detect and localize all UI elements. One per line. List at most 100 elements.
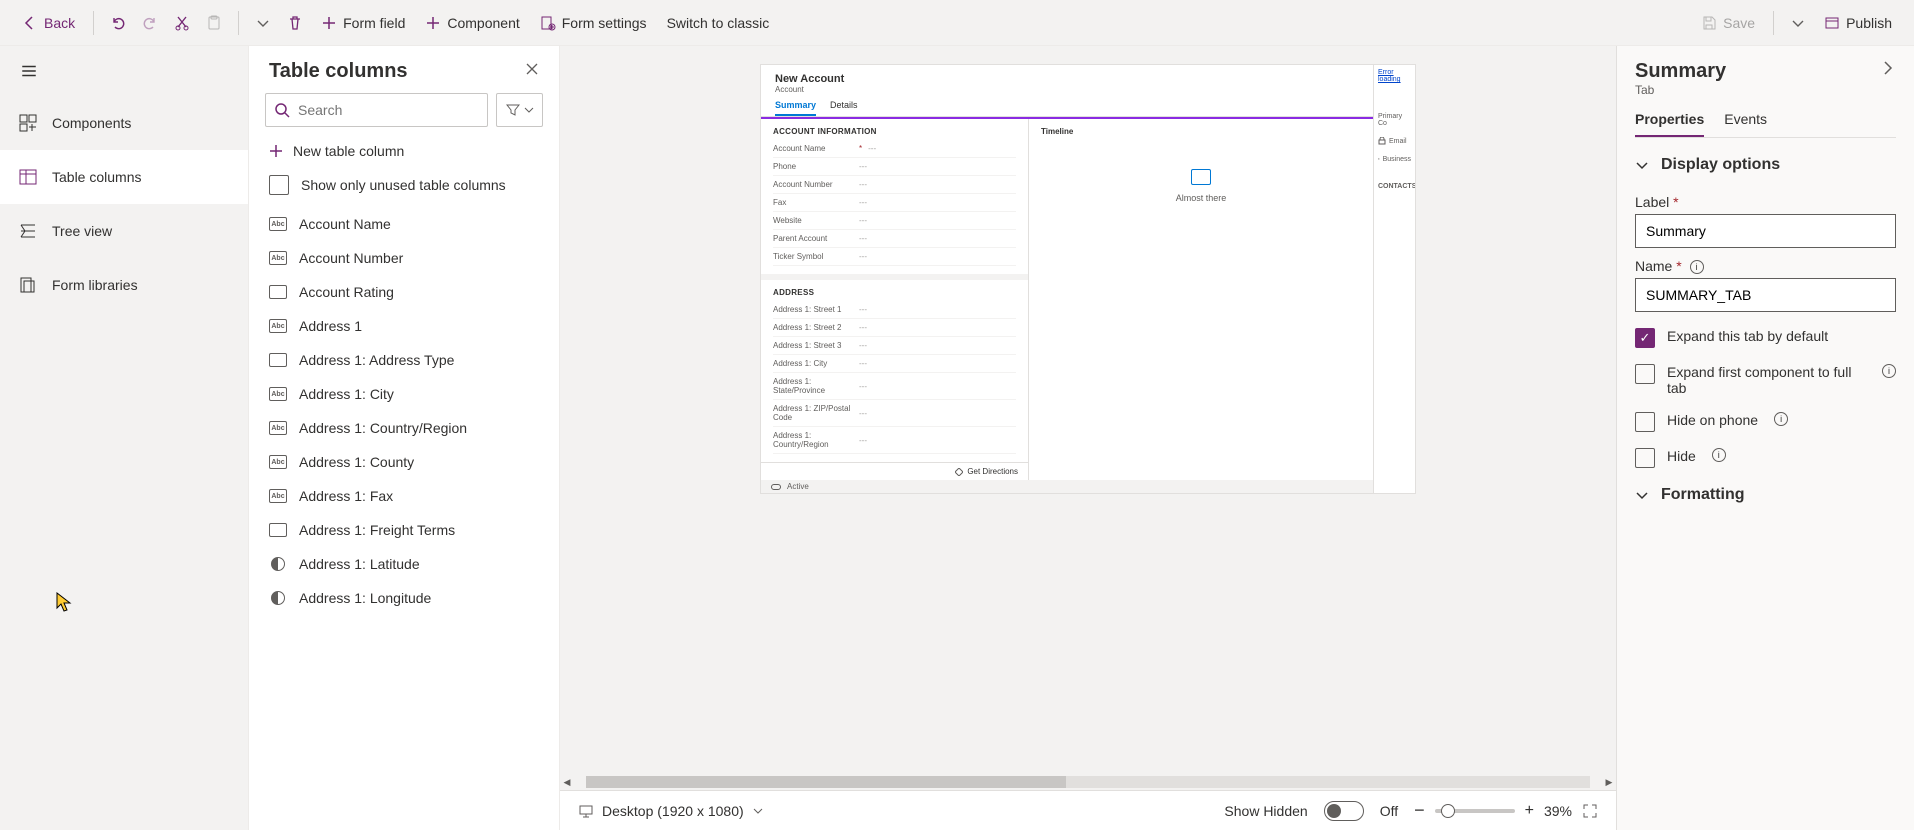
column-item[interactable]: Address 1: Latitude bbox=[249, 547, 559, 581]
form-settings-button[interactable]: Form settings bbox=[530, 5, 657, 41]
form-field[interactable]: Website--- bbox=[773, 212, 1016, 230]
form-field[interactable]: Fax--- bbox=[773, 194, 1016, 212]
hamburger-button[interactable] bbox=[0, 46, 248, 96]
expand-default-checkbox-row[interactable]: Expand this tab by default bbox=[1635, 328, 1896, 348]
hide-phone-checkbox[interactable] bbox=[1635, 412, 1655, 432]
search-input[interactable] bbox=[298, 102, 479, 118]
rail-form-libraries[interactable]: Form libraries bbox=[0, 258, 248, 312]
expand-first-checkbox-row[interactable]: Expand first component to full tab i bbox=[1635, 364, 1896, 396]
zoom-in-button[interactable]: + bbox=[1525, 802, 1534, 820]
column-item[interactable]: Address 1: Address Type bbox=[249, 343, 559, 377]
form-tab-summary[interactable]: Summary bbox=[775, 100, 816, 116]
form-tab-details[interactable]: Details bbox=[830, 100, 858, 116]
label-input[interactable] bbox=[1635, 214, 1896, 248]
cut-icon bbox=[174, 15, 190, 31]
column-item[interactable]: AbcAccount Number bbox=[249, 241, 559, 275]
form-field[interactable]: Parent Account--- bbox=[773, 230, 1016, 248]
switch-classic-label: Switch to classic bbox=[667, 15, 770, 31]
show-unused-checkbox-row[interactable]: Show only unused table columns bbox=[249, 165, 559, 207]
cut-button[interactable] bbox=[166, 5, 198, 41]
props-tab-properties[interactable]: Properties bbox=[1635, 111, 1704, 137]
info-icon[interactable]: i bbox=[1690, 260, 1704, 274]
error-loading-link[interactable]: Error loading bbox=[1378, 69, 1411, 83]
back-button[interactable]: Back bbox=[12, 5, 85, 41]
chevron-right-icon[interactable] bbox=[1880, 60, 1896, 76]
zoom-slider[interactable] bbox=[1435, 809, 1515, 813]
zoom-value: 39% bbox=[1544, 803, 1572, 819]
show-unused-checkbox[interactable] bbox=[269, 175, 289, 195]
switch-classic-button[interactable]: Switch to classic bbox=[657, 5, 780, 41]
panel-close-button[interactable] bbox=[525, 62, 539, 81]
publish-button[interactable]: Publish bbox=[1814, 5, 1902, 41]
hide-checkbox-row[interactable]: Hide i bbox=[1635, 448, 1896, 468]
rail-table-columns[interactable]: Table columns bbox=[0, 150, 248, 204]
undo-button[interactable] bbox=[102, 5, 134, 41]
column-item[interactable]: AbcAddress 1: Fax bbox=[249, 479, 559, 513]
column-list[interactable]: AbcAccount NameAbcAccount NumberAccount … bbox=[249, 207, 559, 830]
save-button[interactable]: Save bbox=[1691, 5, 1765, 41]
expand-default-checkbox[interactable] bbox=[1635, 328, 1655, 348]
form-field[interactable]: Address 1: City--- bbox=[773, 355, 1016, 373]
form-field[interactable]: Ticker Symbol--- bbox=[773, 248, 1016, 266]
form-preview[interactable]: New Account Account Summary Details ACCO… bbox=[760, 64, 1416, 494]
column-item[interactable]: AbcAddress 1 bbox=[249, 309, 559, 343]
form-settings-label: Form settings bbox=[562, 15, 647, 31]
add-component-button[interactable]: Component bbox=[415, 5, 529, 41]
lock-icon bbox=[1378, 137, 1386, 145]
field-label: Address 1: Country/Region bbox=[773, 431, 853, 449]
device-selector[interactable]: Desktop (1920 x 1080) bbox=[578, 803, 764, 819]
canvas-horizontal-scrollbar[interactable]: ◀ ▶ bbox=[560, 774, 1616, 790]
form-field[interactable]: Account Number--- bbox=[773, 176, 1016, 194]
form-field[interactable]: Address 1: ZIP/Postal Code--- bbox=[773, 400, 1016, 427]
column-item[interactable]: AbcAddress 1: Country/Region bbox=[249, 411, 559, 445]
close-icon bbox=[525, 62, 539, 76]
fit-screen-icon[interactable] bbox=[1582, 803, 1598, 819]
hide-checkbox[interactable] bbox=[1635, 448, 1655, 468]
field-value: --- bbox=[859, 162, 867, 171]
zoom-out-button[interactable]: − bbox=[1414, 800, 1425, 821]
formatting-header[interactable]: Formatting bbox=[1635, 486, 1896, 504]
filter-button[interactable] bbox=[496, 93, 543, 127]
column-item[interactable]: Address 1: Longitude bbox=[249, 581, 559, 615]
text-type-icon: Abc bbox=[269, 251, 287, 265]
name-input[interactable] bbox=[1635, 278, 1896, 312]
new-table-column-button[interactable]: New table column bbox=[249, 137, 559, 165]
paste-button[interactable] bbox=[198, 5, 230, 41]
column-item[interactable]: Address 1: Freight Terms bbox=[249, 513, 559, 547]
delete-button[interactable] bbox=[279, 5, 311, 41]
hide-phone-checkbox-row[interactable]: Hide on phone i bbox=[1635, 412, 1896, 432]
search-box[interactable] bbox=[265, 93, 488, 127]
rail-components[interactable]: Components bbox=[0, 96, 248, 150]
redo-button[interactable] bbox=[134, 5, 166, 41]
form-field[interactable]: Address 1: Street 3--- bbox=[773, 337, 1016, 355]
expand-first-checkbox[interactable] bbox=[1635, 364, 1655, 384]
form-field[interactable]: Address 1: State/Province--- bbox=[773, 373, 1016, 400]
get-directions-link[interactable]: Get Directions bbox=[761, 462, 1028, 480]
desktop-icon bbox=[578, 803, 594, 819]
form-field[interactable]: Address 1: Country/Region--- bbox=[773, 427, 1016, 454]
display-options-header[interactable]: Display options bbox=[1635, 156, 1896, 174]
info-icon[interactable]: i bbox=[1712, 448, 1726, 462]
form-field[interactable]: Address 1: Street 2--- bbox=[773, 319, 1016, 337]
delete-icon bbox=[287, 15, 303, 31]
info-icon[interactable]: i bbox=[1882, 364, 1896, 378]
info-icon[interactable]: i bbox=[1774, 412, 1788, 426]
component-label: Component bbox=[447, 15, 519, 31]
column-item[interactable]: AbcAddress 1: County bbox=[249, 445, 559, 479]
column-item[interactable]: Account Rating bbox=[249, 275, 559, 309]
form-field[interactable]: Phone--- bbox=[773, 158, 1016, 176]
field-label: Fax bbox=[773, 198, 853, 207]
column-item[interactable]: AbcAccount Name bbox=[249, 207, 559, 241]
paste-dropdown[interactable] bbox=[247, 5, 279, 41]
add-form-field-button[interactable]: Form field bbox=[311, 5, 415, 41]
save-dropdown[interactable] bbox=[1782, 5, 1814, 41]
column-item[interactable]: AbcAddress 1: City bbox=[249, 377, 559, 411]
show-hidden-toggle[interactable] bbox=[1324, 801, 1364, 821]
props-tab-events[interactable]: Events bbox=[1724, 111, 1767, 137]
rail-tree-view-label: Tree view bbox=[52, 223, 112, 239]
form-field[interactable]: Account Name*--- bbox=[773, 140, 1016, 158]
form-entity: Account bbox=[775, 85, 1359, 94]
rail-tree-view[interactable]: Tree view bbox=[0, 204, 248, 258]
form-field[interactable]: Address 1: Street 1--- bbox=[773, 301, 1016, 319]
plus-icon bbox=[269, 144, 283, 158]
